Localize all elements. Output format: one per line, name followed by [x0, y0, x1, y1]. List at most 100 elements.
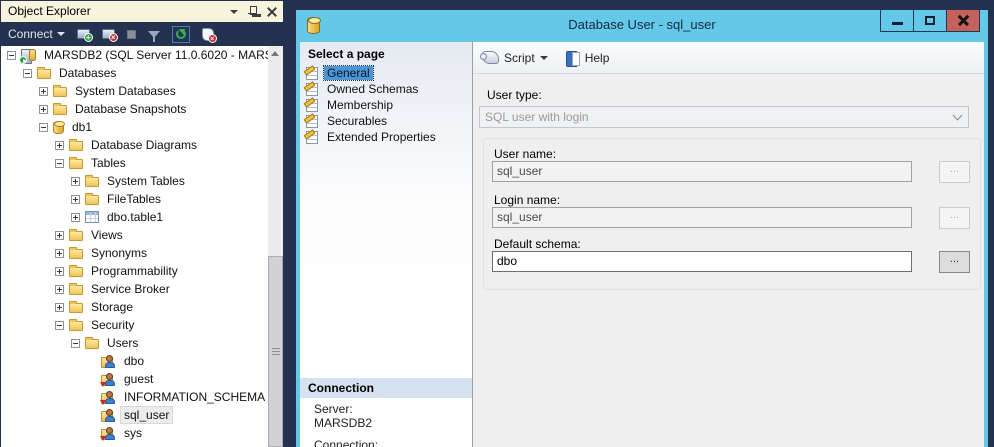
tree-item-label[interactable]: Users: [104, 335, 141, 351]
disconnect-server-icon[interactable]: [102, 29, 115, 39]
tree-item-system-databases[interactable]: System Databases: [1, 82, 268, 100]
tree-item-label[interactable]: Database Snapshots: [72, 101, 189, 117]
tree-item-label[interactable]: sys: [121, 425, 145, 441]
pin-icon[interactable]: [248, 5, 257, 18]
tree-item-views[interactable]: Views: [1, 226, 268, 244]
tree-item-storage[interactable]: Storage: [1, 298, 268, 316]
connection-label: Connection:: [314, 438, 378, 447]
tree-item-label[interactable]: Storage: [88, 299, 136, 315]
tree-item-label[interactable]: INFORMATION_SCHEMA: [121, 389, 268, 405]
tree-item-label[interactable]: dbo.table1: [104, 209, 166, 225]
maximize-button[interactable]: [913, 10, 947, 32]
expander-minus-icon[interactable]: [55, 159, 64, 168]
expander-plus-icon[interactable]: [55, 285, 64, 294]
tree-item-label[interactable]: sql_user: [121, 407, 172, 423]
page-item-membership[interactable]: Membership: [300, 97, 472, 113]
tree-item-label[interactable]: guest: [121, 371, 156, 387]
tree-item-label[interactable]: FileTables: [104, 191, 164, 207]
property-page-icon: [306, 131, 318, 144]
tree-item-label[interactable]: Tables: [88, 155, 129, 171]
tree-item-guest[interactable]: guest: [1, 370, 268, 388]
tree-item-sql-user[interactable]: sql_user: [1, 406, 268, 424]
dialog-titlebar[interactable]: Database User - sql_user: [296, 10, 988, 42]
refresh-icon: [176, 29, 186, 39]
expander-minus-icon[interactable]: [55, 321, 64, 330]
tree-item-filetables[interactable]: FileTables: [1, 190, 268, 208]
page-item-label[interactable]: Extended Properties: [324, 130, 439, 144]
stop-icon[interactable]: [127, 30, 136, 39]
tree-item-dbo[interactable]: dbo: [1, 352, 268, 370]
connect-button[interactable]: Connect: [8, 27, 65, 41]
tree-item-label[interactable]: Databases: [56, 65, 119, 81]
tree-item-label[interactable]: Database Diagrams: [88, 137, 200, 153]
expander-plus-icon[interactable]: [55, 267, 64, 276]
page-item-owned-schemas[interactable]: Owned Schemas: [300, 81, 472, 97]
scroll-up-icon[interactable]: [271, 51, 279, 56]
minimize-button[interactable]: [880, 10, 914, 32]
default-schema-browse-button[interactable]: ...: [939, 251, 970, 273]
tree-item-label[interactable]: Programmability: [88, 263, 181, 279]
page-item-label[interactable]: Membership: [324, 98, 396, 112]
tree-item-information-schema[interactable]: INFORMATION_SCHEMA: [1, 388, 268, 406]
window-position-menu-icon[interactable]: [230, 10, 238, 14]
tree-item-label[interactable]: Synonyms: [88, 245, 150, 261]
tree-item-label[interactable]: dbo: [121, 353, 147, 369]
expander-plus-icon[interactable]: [55, 141, 64, 150]
tree-item-db1[interactable]: db1: [1, 118, 268, 136]
tree-item-label[interactable]: Views: [88, 227, 126, 243]
expander-minus-icon[interactable]: [71, 339, 80, 348]
refresh-button[interactable]: [172, 26, 190, 43]
tree-item-synonyms[interactable]: Synonyms: [1, 244, 268, 262]
page-item-extended-properties[interactable]: Extended Properties: [300, 129, 472, 145]
tree-item-dbo-table1[interactable]: dbo.table1: [1, 208, 268, 226]
expander-plus-icon[interactable]: [55, 303, 64, 312]
tree-item-programmability[interactable]: Programmability: [1, 262, 268, 280]
expander-plus-icon[interactable]: [55, 249, 64, 258]
tree-item-databases[interactable]: Databases: [1, 64, 268, 82]
page-item-label[interactable]: Securables: [324, 114, 390, 128]
tree-item-marsdb2-sql-server-11-0-6020-marsd[interactable]: MARSDB2 (SQL Server 11.0.6020 - MARSD: [1, 46, 268, 64]
page-item-label[interactable]: Owned Schemas: [324, 82, 421, 96]
tree-item-label[interactable]: db1: [69, 119, 95, 135]
close-button[interactable]: [946, 10, 980, 32]
expander-minus-icon[interactable]: [7, 51, 16, 60]
close-icon[interactable]: [267, 7, 277, 17]
expander-plus-icon[interactable]: [71, 177, 80, 186]
page-item-label[interactable]: General: [324, 66, 373, 80]
script-button[interactable]: Script: [482, 51, 548, 65]
page-item-general[interactable]: General: [300, 65, 472, 81]
tree-item-tables[interactable]: Tables: [1, 154, 268, 172]
tree-item-label[interactable]: Service Broker: [88, 281, 173, 297]
tree-item-security[interactable]: Security: [1, 316, 268, 334]
page-item-securables[interactable]: Securables: [300, 113, 472, 129]
chevron-down-icon: [953, 111, 963, 121]
tree-item-label[interactable]: MARSDB2 (SQL Server 11.0.6020 - MARSD: [41, 47, 268, 63]
expander-minus-icon[interactable]: [39, 123, 48, 132]
help-button[interactable]: Help: [566, 51, 610, 65]
tree-item-sys[interactable]: sys: [1, 424, 268, 442]
tree-item-label[interactable]: System Databases: [72, 83, 179, 99]
expander-spacer: [87, 429, 96, 438]
script-error-icon[interactable]: [202, 28, 214, 41]
expander-plus-icon[interactable]: [71, 195, 80, 204]
expander-plus-icon[interactable]: [55, 231, 64, 240]
tree-item-system-tables[interactable]: System Tables: [1, 172, 268, 190]
connect-server-icon[interactable]: [77, 29, 90, 39]
expander-minus-icon[interactable]: [23, 69, 32, 78]
scrollbar-thumb[interactable]: [268, 256, 283, 447]
folder-icon: [69, 321, 83, 331]
script-label: Script: [504, 51, 535, 65]
tree-item-label[interactable]: System Tables: [104, 173, 188, 189]
tree-item-service-broker[interactable]: Service Broker: [1, 280, 268, 298]
tree-item-users[interactable]: Users: [1, 334, 268, 352]
tree-item-database-snapshots[interactable]: Database Snapshots: [1, 100, 268, 118]
tree-item-label[interactable]: Security: [88, 317, 137, 333]
script-dropdown-icon[interactable]: [540, 56, 548, 60]
expander-plus-icon[interactable]: [39, 87, 48, 96]
expander-plus-icon[interactable]: [39, 105, 48, 114]
filter-icon[interactable]: [148, 31, 160, 38]
tree-scrollbar[interactable]: [268, 46, 283, 447]
tree-item-database-diagrams[interactable]: Database Diagrams: [1, 136, 268, 154]
expander-plus-icon[interactable]: [71, 213, 80, 222]
default-schema-input[interactable]: dbo: [492, 251, 912, 272]
